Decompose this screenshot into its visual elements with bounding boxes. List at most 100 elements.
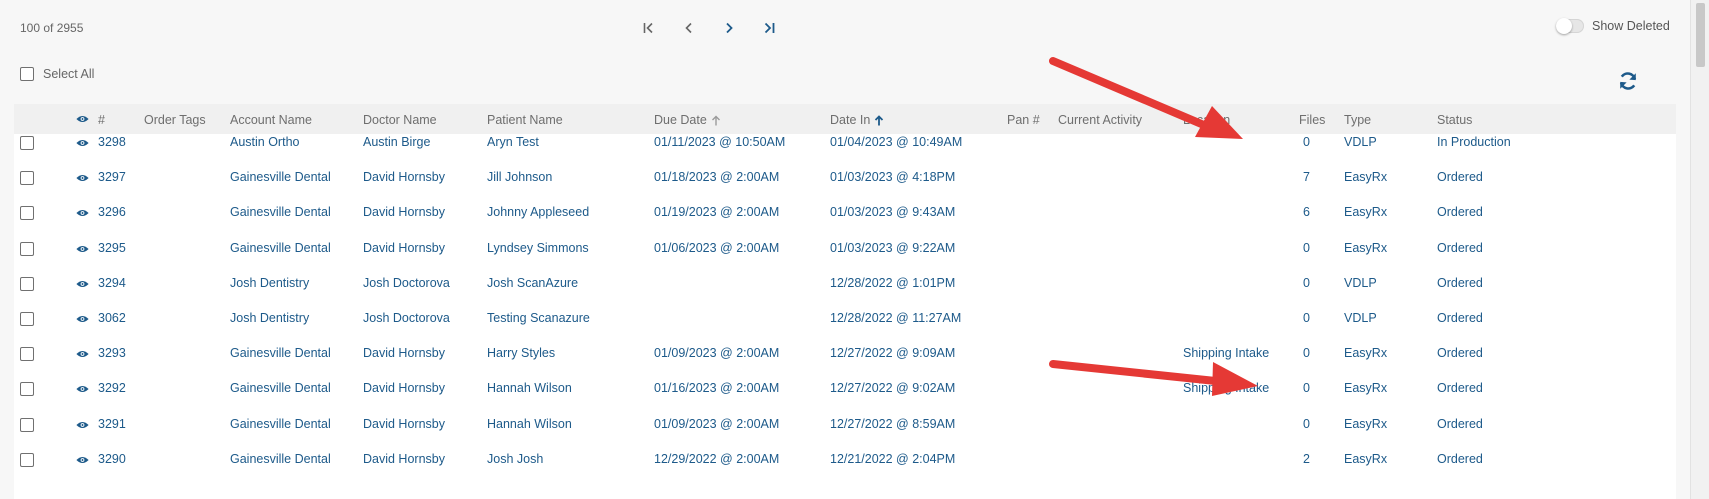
eye-icon[interactable] (76, 418, 89, 433)
eye-icon[interactable] (76, 453, 89, 468)
cell-status: Ordered (1437, 416, 1483, 431)
cell-date-in: 01/03/2023 @ 4:18PM (830, 170, 956, 185)
cell-files: 0 (1303, 135, 1310, 149)
column-header-account-name[interactable]: Account Name (230, 113, 312, 127)
cell-files: 0 (1303, 275, 1310, 290)
row-select-checkbox[interactable] (20, 241, 34, 256)
column-header-patient-name[interactable]: Patient Name (487, 113, 563, 127)
cell-type: EasyRx (1344, 170, 1388, 185)
cell-doctor-name: Josh Doctorova (363, 311, 450, 325)
cell-date-in: 12/27/2022 @ 9:09AM (830, 346, 956, 361)
column-header-location[interactable]: Location (1183, 113, 1230, 127)
row-select-checkbox[interactable] (20, 171, 34, 186)
cell-account-name: Josh Dentistry (230, 311, 310, 325)
cell-patient-name: Lyndsey Simmons (487, 240, 589, 255)
table-row[interactable]: 3298 Austin Ortho Austin Birge Aryn Test 01/… (14, 128, 1676, 166)
show-deleted-control[interactable]: Show Deleted (1556, 18, 1670, 34)
column-header-status[interactable]: Status (1437, 113, 1472, 127)
date-in-label: Date In (830, 113, 871, 127)
cell-patient-name: Jill Johnson (487, 170, 553, 185)
cell-due-date: 12/29/2022 @ 2:00AM (654, 451, 780, 466)
table-row[interactable]: 3293 Gainesville Dental David Hornsby Harry… (14, 339, 1676, 377)
cell-doctor-name: David Hornsby (363, 381, 445, 396)
select-all-checkbox[interactable] (20, 67, 34, 81)
table-row[interactable]: 3292 Gainesville Dental David Hornsby Hanna… (14, 374, 1676, 412)
cell-number: 3293 (98, 346, 126, 361)
column-header-date-in[interactable]: Date In (830, 113, 884, 127)
sort-ascending-icon (875, 114, 884, 125)
column-header-files[interactable]: Files (1299, 113, 1325, 127)
column-header-pan[interactable]: Pan # (1007, 113, 1040, 127)
eye-icon[interactable] (76, 242, 89, 257)
first-page-icon[interactable] (640, 17, 658, 39)
row-select-checkbox[interactable] (20, 136, 34, 150)
previous-page-icon[interactable] (680, 17, 698, 39)
cell-account-name: Gainesville Dental (230, 170, 331, 185)
table-row[interactable]: 3294 Josh Dentistry Josh Doctorova Josh Sca… (14, 269, 1676, 307)
cell-number: 3297 (98, 170, 126, 185)
table-row[interactable]: 3295 Gainesville Dental David Hornsby Lynds… (14, 234, 1676, 272)
cell-files: 0 (1303, 311, 1310, 325)
eye-icon[interactable] (76, 312, 89, 327)
column-header-order-tags[interactable]: Order Tags (144, 113, 206, 127)
cell-date-in: 01/03/2023 @ 9:22AM (830, 240, 956, 255)
cell-account-name: Gainesville Dental (230, 451, 331, 466)
due-date-label: Due Date (654, 113, 707, 127)
eye-icon[interactable] (76, 206, 89, 221)
cell-patient-name: Johnny Appleseed (487, 205, 590, 220)
cell-doctor-name: David Hornsby (363, 205, 445, 220)
cell-due-date: 01/19/2023 @ 2:00AM (654, 205, 780, 220)
row-select-checkbox[interactable] (20, 312, 34, 326)
scrollbar-thumb[interactable] (1696, 3, 1705, 67)
vertical-scrollbar[interactable] (1690, 0, 1709, 499)
column-header-doctor-name[interactable]: Doctor Name (363, 113, 437, 127)
eye-icon[interactable] (76, 171, 89, 186)
table-row[interactable]: 3290 Gainesville Dental David Hornsby Josh … (14, 445, 1676, 483)
cell-files: 0 (1303, 416, 1310, 431)
refresh-icon[interactable] (1617, 70, 1639, 92)
cell-status: Ordered (1437, 170, 1483, 185)
eye-icon[interactable] (76, 382, 89, 397)
eye-icon[interactable] (76, 347, 89, 362)
cell-number: 3292 (98, 381, 126, 396)
cell-number: 3295 (98, 240, 126, 255)
cell-type: VDLP (1344, 135, 1377, 149)
sort-ascending-icon (711, 115, 720, 125)
cell-due-date: 01/11/2023 @ 10:50AM (654, 135, 786, 149)
column-header-due-date[interactable]: Due Date (654, 113, 721, 127)
row-select-checkbox[interactable] (20, 382, 34, 397)
table-row[interactable]: 3297 Gainesville Dental David Hornsby Jill … (14, 163, 1676, 201)
cell-files: 0 (1303, 240, 1310, 255)
cell-location: Shipping Intake (1183, 381, 1270, 396)
row-select-checkbox[interactable] (20, 276, 34, 291)
cell-status: Ordered (1437, 346, 1483, 361)
table-row[interactable]: 3296 Gainesville Dental David Hornsby Johnn… (14, 198, 1676, 236)
eye-icon[interactable] (76, 136, 89, 151)
table-row[interactable]: 3062 Josh Dentistry Josh Doctorova Testing … (14, 304, 1676, 342)
cell-date-in: 01/04/2023 @ 10:49AM (830, 135, 963, 149)
last-page-icon[interactable] (760, 17, 778, 39)
cell-date-in: 01/03/2023 @ 9:43AM (830, 205, 956, 220)
cell-patient-name: Testing Scanazure (487, 311, 590, 325)
cell-account-name: Gainesville Dental (230, 240, 331, 255)
cell-files: 0 (1303, 381, 1310, 396)
eye-icon[interactable] (76, 277, 89, 292)
select-all[interactable]: Select All (20, 67, 94, 81)
table-row[interactable]: 3291 Gainesville Dental David Hornsby Hanna… (14, 410, 1676, 448)
cell-account-name: Gainesville Dental (230, 205, 331, 220)
row-select-checkbox[interactable] (20, 417, 34, 432)
next-page-icon[interactable] (720, 17, 738, 39)
show-deleted-toggle[interactable] (1556, 18, 1584, 34)
row-select-checkbox[interactable] (20, 452, 34, 467)
cell-date-in: 12/27/2022 @ 9:02AM (830, 381, 956, 396)
column-header-current-activity[interactable]: Current Activity (1058, 113, 1142, 127)
row-select-checkbox[interactable] (20, 347, 34, 362)
column-header-type[interactable]: Type (1344, 113, 1371, 127)
cell-type: EasyRx (1344, 346, 1388, 361)
row-select-checkbox[interactable] (20, 206, 34, 221)
cell-number: 3062 (98, 311, 126, 325)
cell-due-date: 01/09/2023 @ 2:00AM (654, 346, 780, 361)
cell-status: Ordered (1437, 240, 1483, 255)
column-header-number[interactable]: # (98, 113, 105, 127)
record-count: 100 of 2955 (20, 21, 84, 35)
